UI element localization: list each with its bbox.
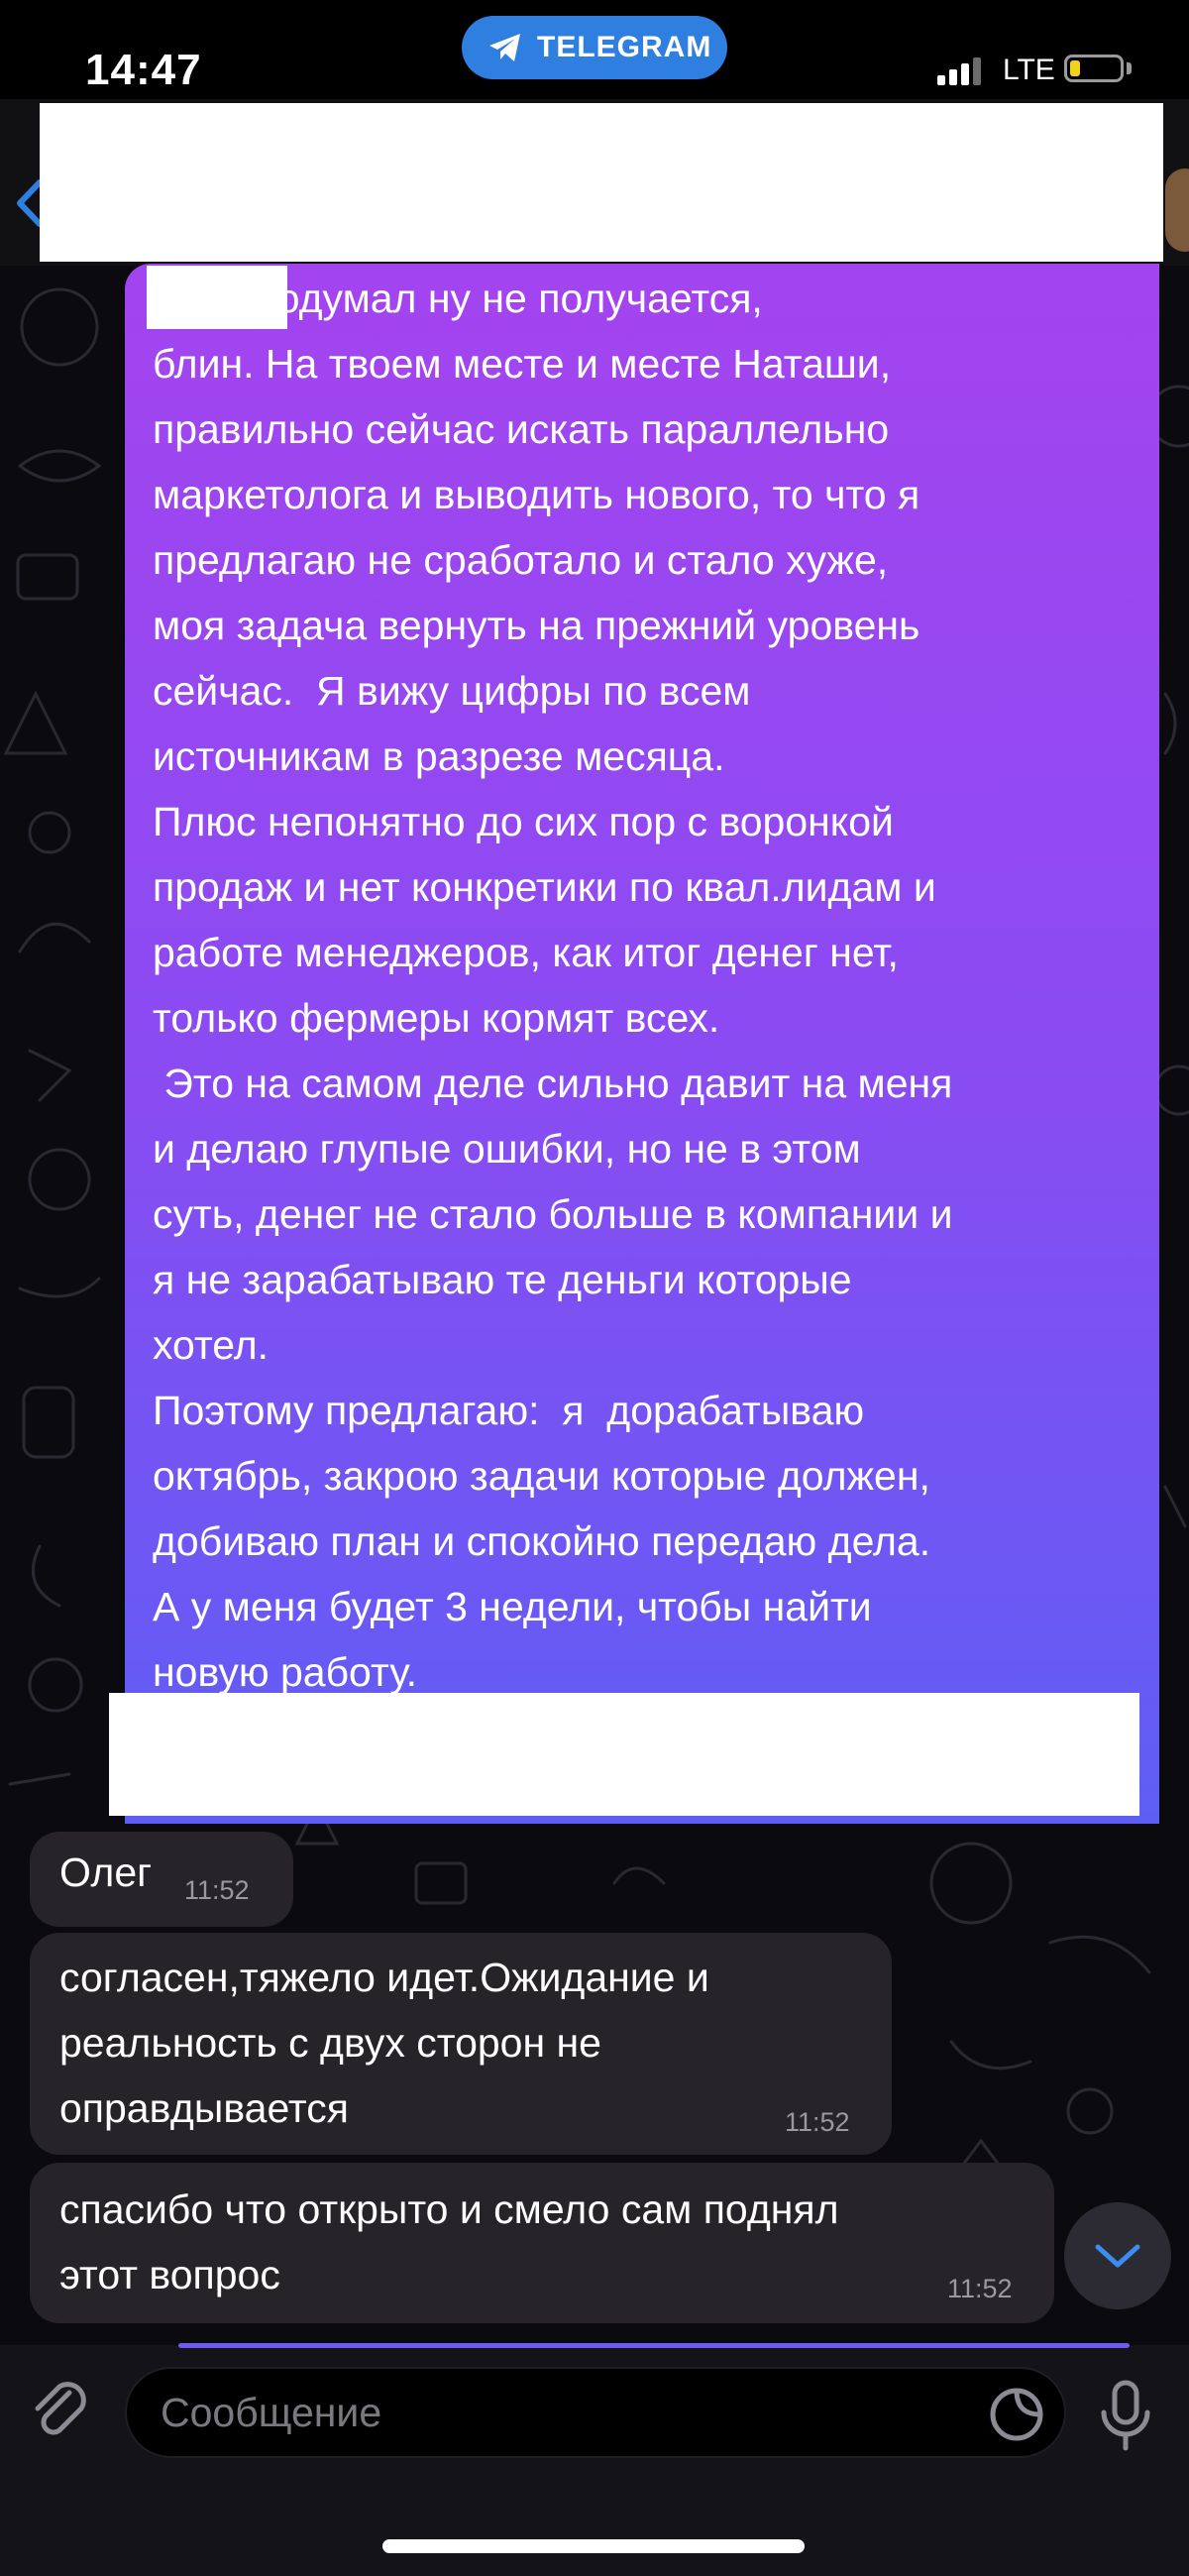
- scroll-to-bottom-button[interactable]: [1064, 2202, 1171, 2309]
- redacted-message-footer: [109, 1693, 1139, 1816]
- incoming-message-text: спасибо что открыто и смело сам поднял э…: [59, 2186, 839, 2297]
- signal-icon: [937, 57, 981, 85]
- incoming-message-text: согласен,тяжело идет.Ожидание и реальнос…: [59, 1955, 709, 2131]
- battery-level: [1070, 60, 1080, 76]
- network-type: LTE: [1003, 54, 1055, 86]
- chevron-down-icon: [1095, 2244, 1140, 2268]
- message-input[interactable]: [125, 2367, 1066, 2458]
- telegram-label: TELEGRAM: [537, 31, 712, 63]
- status-bar: 14:47 TELEGRAM LTE: [0, 0, 1189, 99]
- chat-avatar[interactable]: [1165, 168, 1189, 252]
- paperclip-icon[interactable]: [26, 2377, 95, 2446]
- status-time: 14:47: [85, 46, 202, 94]
- home-indicator: [382, 2539, 805, 2553]
- battery-icon: [1064, 55, 1124, 82]
- telegram-return-pill[interactable]: TELEGRAM: [462, 16, 727, 79]
- redacted-header-block: [40, 103, 1163, 262]
- sticker-icon[interactable]: [987, 2385, 1046, 2444]
- redacted-mention-block: [147, 266, 287, 329]
- message-time: 11:52: [184, 1875, 250, 1905]
- telegram-icon: [489, 34, 520, 61]
- composer-accent-line: [178, 2343, 1130, 2348]
- sender-name: Олег: [59, 1849, 153, 1895]
- message-time: 11:52: [785, 2107, 850, 2137]
- message-time: 11:52: [947, 2274, 1013, 2303]
- battery-cap: [1127, 62, 1132, 74]
- microphone-icon[interactable]: [1098, 2379, 1153, 2454]
- outgoing-message-text: я тут подумал ну не получается, блин. На…: [153, 276, 953, 1695]
